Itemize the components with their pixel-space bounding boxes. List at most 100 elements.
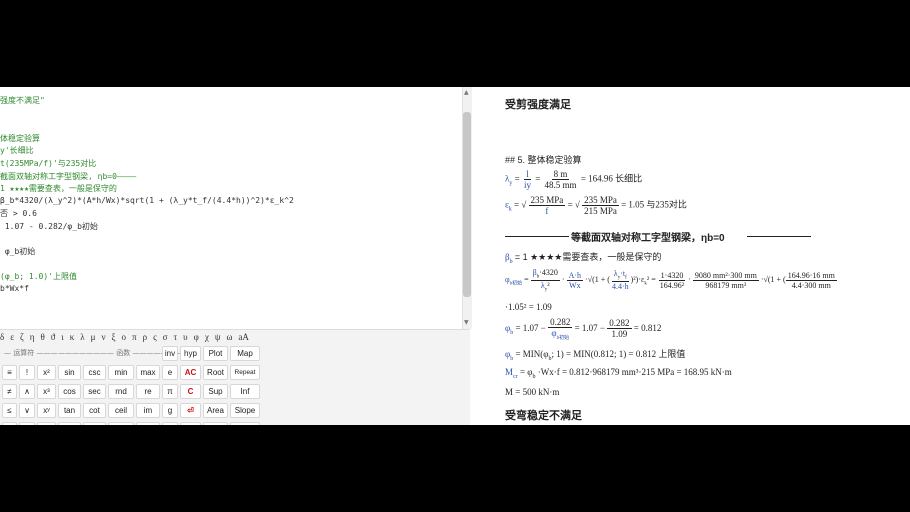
greek-key[interactable]: η <box>30 332 35 342</box>
key-button[interactable]: AC <box>180 365 201 380</box>
greek-key[interactable]: τ <box>174 332 178 342</box>
code-line[interactable]: y'长细比 <box>0 145 34 156</box>
key-button[interactable]: Inf <box>230 384 260 399</box>
greek-key[interactable]: υ <box>183 332 187 342</box>
key-button[interactable]: Root <box>203 365 228 380</box>
scroll-up-icon[interactable]: ▲ <box>464 89 469 96</box>
key-button[interactable]: Product <box>230 422 260 425</box>
code-line[interactable]: 强度不满足" <box>0 95 45 106</box>
key-button[interactable]: log <box>58 422 81 425</box>
greek-key[interactable]: θ <box>40 332 44 342</box>
app-window: 强度不满足" 体稳定验算 y'长细比 t(235MPa/f)'与235对比截面双轴对称… <box>0 87 910 425</box>
key-button[interactable]: sec <box>83 384 106 399</box>
key-button[interactable]: ⊕ <box>19 422 35 425</box>
epsilon-formula: εk = √ 235 MPa f = √ 235 MPa 215 MPa = 1.0… <box>505 195 687 216</box>
key-button[interactable]: cot <box>83 403 106 418</box>
code-line[interactable]: b*Wx*f <box>0 284 29 293</box>
key-button[interactable]: x² <box>37 365 56 380</box>
key-button[interactable]: inv <box>162 346 178 361</box>
math-keyboard: δ ε ζ η θ ϑ ι κ λ μ ν ξ ο π ρ ς σ τ υ φ χ ψ ω aA — 运算符 ——— ————… <box>0 329 470 425</box>
code-line[interactable]: φ_b初始 <box>0 246 35 257</box>
code-line[interactable]: 体稳定验算 <box>0 133 40 144</box>
key-button[interactable]: floor <box>108 422 134 425</box>
lambda-formula: λy = l iy = 8 m 48.5 mm = 164.96 长细比 <box>505 169 643 190</box>
code-line[interactable]: t(235MPa/f)'与235对比 <box>0 158 96 169</box>
greek-key[interactable]: aA <box>238 332 249 342</box>
heading-shear-ok: 受剪强度满足 <box>505 99 571 111</box>
key-button[interactable]: π <box>162 384 178 399</box>
key-button[interactable]: ( <box>162 422 178 425</box>
greek-key[interactable]: δ <box>0 332 4 342</box>
greek-key[interactable]: π <box>132 332 137 342</box>
key-button[interactable]: Sum <box>203 422 228 425</box>
key-button[interactable]: ) <box>180 422 201 425</box>
scroll-down-icon[interactable]: ▼ <box>464 319 469 326</box>
key-button[interactable]: Slope <box>230 403 260 418</box>
key-button[interactable]: ∧ <box>19 384 35 399</box>
code-editor[interactable]: 强度不满足" 体稳定验算 y'长细比 t(235MPa/f)'与235对比截面双轴对称… <box>0 87 462 329</box>
key-button[interactable]: im <box>136 403 160 418</box>
key-button[interactable]: Plot <box>203 346 228 361</box>
greek-key[interactable]: ρ <box>143 332 148 342</box>
key-button[interactable]: cos <box>58 384 81 399</box>
greek-letters-row: δ ε ζ η θ ϑ ι κ λ μ ν ξ ο π ρ ς σ τ υ φ χ ψ ω aA <box>0 332 255 344</box>
greek-key[interactable]: ξ <box>112 332 116 342</box>
operators-group-label: — 运算符 ——— <box>4 349 58 357</box>
key-button[interactable]: min <box>108 365 134 380</box>
key-button[interactable]: ≤ <box>2 403 17 418</box>
code-line[interactable]: 否 > 0.6 <box>0 208 37 219</box>
greek-key[interactable]: ζ <box>20 332 24 342</box>
greek-key[interactable]: ν <box>101 332 105 342</box>
key-button[interactable]: max <box>136 365 160 380</box>
phib-initial-result: ·1.05² = 1.09 <box>505 302 552 312</box>
key-button[interactable]: csc <box>83 365 106 380</box>
code-line[interactable]: β_b*4320/(λ_y^2)*(A*h/Wx)*sqrt(1 + (λ_y*… <box>0 196 294 205</box>
greek-key[interactable]: ψ <box>215 332 221 342</box>
code-line[interactable]: 截面双轴对称工字型钢梁, ηb=0———— <box>0 171 136 182</box>
greek-key[interactable]: φ <box>194 332 199 342</box>
key-button[interactable]: ∨ <box>19 403 35 418</box>
editor-scrollbar-thumb[interactable] <box>463 112 471 297</box>
code-line[interactable]: (φ_b; 1.0)'上限值 <box>0 271 77 282</box>
greek-key[interactable]: χ <box>205 332 209 342</box>
key-button[interactable]: sin <box>58 365 81 380</box>
key-button[interactable]: tan <box>58 403 81 418</box>
key-button[interactable]: > <box>2 422 17 425</box>
code-line[interactable]: 1.07 - 0.282/φ_b初始 <box>0 221 98 232</box>
code-line[interactable]: 1 ★★★★需要查表，一般是保守的 <box>0 183 117 194</box>
greek-key[interactable]: λ <box>80 332 84 342</box>
phib-initial-formula: φb初始 = βb·4320 λy² · A·h Wx ·√(1 + (λy·tf 4… <box>505 268 837 293</box>
key-button[interactable]: xʸ <box>37 403 56 418</box>
document-view: 受剪强度满足 ## 5. 整体稳定验算 λy = l iy = 8 m 48.5 m… <box>472 87 910 425</box>
key-button[interactable]: ceil <box>108 403 134 418</box>
key-button[interactable]: ≡ <box>2 365 17 380</box>
key-button[interactable]: g <box>162 403 178 418</box>
greek-key[interactable]: κ <box>70 332 75 342</box>
section-5-title: ## 5. 整体稳定验算 <box>505 155 582 165</box>
key-button[interactable]: eˣ <box>37 422 56 425</box>
greek-key[interactable]: ϑ <box>51 332 55 342</box>
key-button[interactable]: ! <box>19 365 35 380</box>
key-button[interactable]: ≠ <box>2 384 17 399</box>
greek-key[interactable]: μ <box>91 332 96 342</box>
greek-key[interactable]: ι <box>61 332 63 342</box>
key-button[interactable]: x³ <box>37 384 56 399</box>
key-button[interactable]: C <box>180 384 201 399</box>
key-button[interactable]: Map <box>230 346 260 361</box>
greek-key[interactable]: ω <box>226 332 232 342</box>
key-button[interactable]: phase <box>136 422 160 425</box>
phib-min-line: φb = MIN(φb; 1) = MIN(0.812; 1) = 0.812 … <box>505 349 686 362</box>
key-button[interactable]: Repeat <box>230 365 260 380</box>
key-button[interactable]: re <box>136 384 160 399</box>
key-button[interactable]: Area <box>203 403 228 418</box>
key-button[interactable]: Sup <box>203 384 228 399</box>
greek-key[interactable]: ο <box>122 332 127 342</box>
key-button[interactable]: e <box>162 365 178 380</box>
greek-key[interactable]: ε <box>10 332 14 342</box>
greek-key[interactable]: ς <box>153 332 157 342</box>
greek-key[interactable]: σ <box>163 332 168 342</box>
key-button[interactable]: ⏎ <box>180 403 201 418</box>
key-button[interactable]: hyp <box>180 346 201 361</box>
key-button[interactable]: rnd <box>108 384 134 399</box>
key-button[interactable]: |x| <box>83 422 106 425</box>
